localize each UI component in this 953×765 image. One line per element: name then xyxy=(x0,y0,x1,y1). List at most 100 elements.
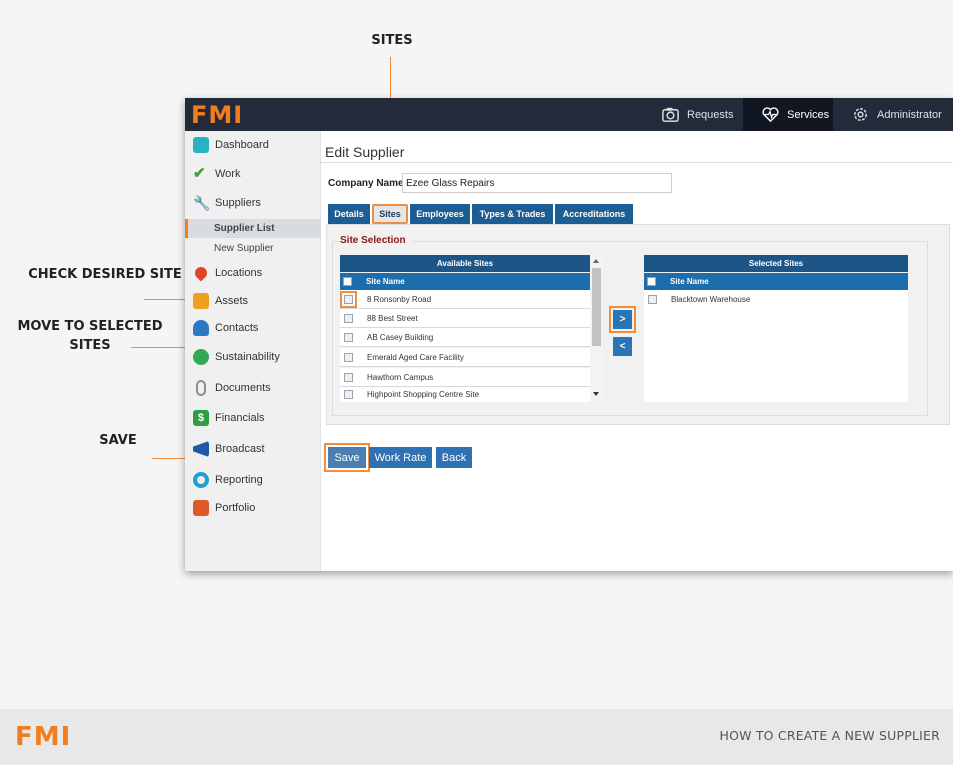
sidebar-item-documents[interactable]: Documents xyxy=(185,377,321,399)
heart-pulse-icon xyxy=(762,107,779,123)
site-checkbox[interactable] xyxy=(344,332,353,342)
sidebar-item-label: Suppliers xyxy=(215,197,261,209)
scroll-up-icon[interactable] xyxy=(593,259,599,263)
site-selection-divider xyxy=(332,241,928,242)
sidebar-item-locations[interactable]: Locations xyxy=(185,262,321,284)
available-site-row[interactable]: 8 Ronsonby Road xyxy=(340,290,590,309)
sidebar-subitem-supplier-list[interactable]: Supplier List xyxy=(185,219,321,238)
sidebar-item-suppliers[interactable]: 🔧 Suppliers xyxy=(185,192,321,214)
sidebar-item-label: Broadcast xyxy=(215,443,265,455)
site-name: 8 Ronsonby Road xyxy=(367,294,432,304)
tab-employees[interactable]: Employees xyxy=(410,204,470,224)
site-name: Emerald Aged Care Facility xyxy=(367,352,464,362)
sidebar-item-financials[interactable]: $ Financials xyxy=(185,407,321,429)
wrench-icon: 🔧 xyxy=(193,195,211,211)
company-name-label: Company Name xyxy=(328,178,404,189)
save-button[interactable]: Save xyxy=(324,443,370,472)
sidebar-item-assets[interactable]: Assets xyxy=(185,290,321,312)
callout-save: SAVE xyxy=(99,433,137,448)
available-site-row[interactable]: Highpoint Shopping Centre Site xyxy=(340,387,590,402)
site-name: Blacktown Warehouse xyxy=(671,295,751,304)
sidebar-item-dashboard[interactable]: Dashboard xyxy=(185,134,321,156)
site-selection-label: Site Selection xyxy=(340,235,412,246)
people-icon xyxy=(193,320,209,336)
app-window: FMI Requests Services Administrator Dash… xyxy=(185,98,953,571)
topnav-administrator-label: Administrator xyxy=(877,108,942,121)
select-all-selected-checkbox[interactable] xyxy=(647,277,656,286)
move-to-available-button[interactable]: < xyxy=(613,337,632,356)
paperclip-icon xyxy=(196,380,206,396)
title-divider xyxy=(321,162,953,163)
megaphone-icon xyxy=(193,441,209,457)
available-sites-scrollbar[interactable] xyxy=(590,255,603,402)
selected-site-row[interactable]: Blacktown Warehouse xyxy=(644,290,908,309)
bulb-icon xyxy=(193,349,209,365)
topnav-administrator[interactable]: Administrator xyxy=(833,98,953,131)
sidebar-item-sustainability[interactable]: Sustainability xyxy=(185,346,321,368)
sidebar-item-portfolio[interactable]: Portfolio xyxy=(185,497,321,519)
select-all-available-checkbox[interactable] xyxy=(343,277,352,286)
work-rate-button[interactable]: Work Rate xyxy=(369,447,432,468)
check-icon: ✔ xyxy=(193,165,206,182)
sidebar-item-label: Portfolio xyxy=(215,502,256,514)
company-name-field[interactable] xyxy=(402,173,672,193)
available-site-row[interactable]: Emerald Aged Care Facility xyxy=(340,348,590,367)
callout-sites: SITES xyxy=(371,33,413,48)
topnav-services-label: Services xyxy=(787,108,830,121)
top-bar: FMI Requests Services Administrator xyxy=(185,98,953,131)
available-sites-header: Available Sites xyxy=(340,255,590,272)
site-checkbox[interactable] xyxy=(648,295,657,304)
sidebar-item-label: Reporting xyxy=(215,474,263,486)
callout-move-line1: MOVE TO SELECTED xyxy=(17,319,163,334)
available-site-row[interactable]: Hawthorn Campus xyxy=(340,368,590,387)
site-name: Highpoint Shopping Centre Site xyxy=(367,390,480,399)
site-checkbox[interactable] xyxy=(340,290,357,308)
map-pin-icon xyxy=(192,264,210,282)
tab-accreditations[interactable]: Accreditations xyxy=(555,204,633,224)
sidebar-subitem-new-supplier[interactable]: New Supplier xyxy=(185,239,321,258)
sidebar-item-label: Contacts xyxy=(215,322,259,334)
site-checkbox[interactable] xyxy=(344,352,353,362)
scroll-down-icon[interactable] xyxy=(593,392,599,396)
available-site-row[interactable]: 88 Best Street xyxy=(340,309,590,328)
sidebar-item-label: Dashboard xyxy=(215,139,269,151)
box-icon xyxy=(193,293,209,309)
page-title: Edit Supplier xyxy=(325,144,405,160)
sidebar-item-label: Documents xyxy=(215,382,271,394)
site-name: AB Casey Building xyxy=(367,332,434,342)
tab-types-trades[interactable]: Types & Trades xyxy=(472,204,553,224)
selected-site-name-column: Site Name xyxy=(670,277,709,286)
sidebar-item-reporting[interactable]: Reporting xyxy=(185,469,321,491)
callout-move-line2: SITES xyxy=(69,338,111,353)
sidebar: Dashboard ✔ Work 🔧 Suppliers Supplier List… xyxy=(185,131,321,571)
site-checkbox[interactable] xyxy=(344,313,353,323)
available-site-name-column: Site Name xyxy=(366,277,405,286)
donut-icon xyxy=(193,472,209,488)
available-site-row[interactable]: AB Casey Building xyxy=(340,328,590,347)
tab-sites[interactable]: Sites xyxy=(372,204,408,224)
topnav-services[interactable]: Services xyxy=(743,98,833,131)
topnav-requests-label: Requests xyxy=(687,108,734,121)
sidebar-item-label: Locations xyxy=(215,267,263,279)
fmi-logo[interactable]: FMI xyxy=(191,101,243,129)
sidebar-item-broadcast[interactable]: Broadcast xyxy=(185,438,321,460)
back-button[interactable]: Back xyxy=(436,447,472,468)
sidebar-item-label: Work xyxy=(215,168,241,180)
site-checkbox[interactable] xyxy=(344,372,353,382)
selected-sites-header: Selected Sites xyxy=(644,255,908,272)
footer: FMI HOW TO CREATE A NEW SUPPLIER xyxy=(0,709,953,765)
sidebar-item-work[interactable]: ✔ Work xyxy=(185,163,321,185)
sidebar-item-label: Sustainability xyxy=(215,351,280,363)
callout-check-site: CHECK DESIRED SITE xyxy=(28,267,182,282)
selected-sites-column-header: Site Name xyxy=(644,273,908,290)
sidebar-item-label: Assets xyxy=(215,295,249,307)
scrollbar-thumb[interactable] xyxy=(592,268,601,346)
move-to-selected-button[interactable]: > xyxy=(609,306,636,333)
site-checkbox[interactable] xyxy=(344,390,353,399)
sidebar-item-contacts[interactable]: Contacts xyxy=(185,317,321,339)
tab-details[interactable]: Details xyxy=(328,204,370,224)
camera-icon xyxy=(662,107,679,122)
available-sites-column-header: Site Name xyxy=(340,273,590,290)
footer-fmi-logo: FMI xyxy=(15,722,72,752)
topnav-requests[interactable]: Requests xyxy=(643,98,743,131)
